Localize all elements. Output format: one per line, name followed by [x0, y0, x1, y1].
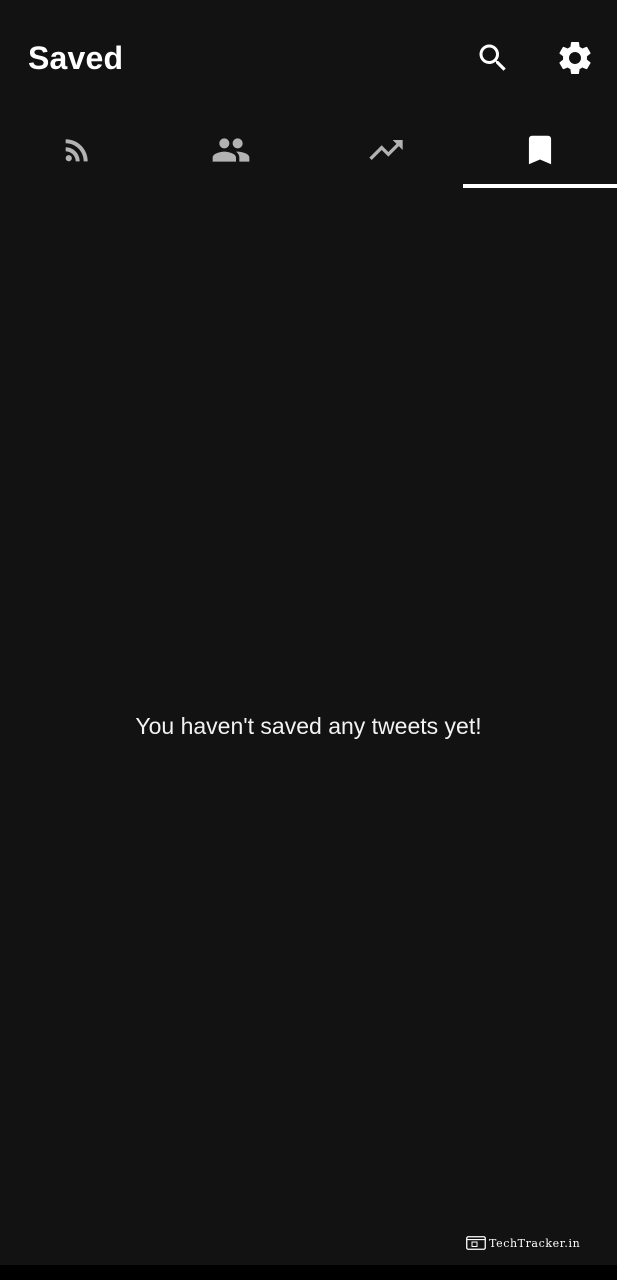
system-nav-bar — [0, 1265, 617, 1280]
settings-icon — [559, 41, 591, 74]
watermark-text: TechTracker.in — [489, 1236, 581, 1250]
bookmark-icon — [528, 135, 551, 165]
tab-bar — [0, 110, 617, 190]
tab-feed[interactable] — [0, 110, 154, 190]
tab-people[interactable] — [154, 110, 308, 190]
tab-indicator — [309, 184, 463, 188]
rss-feed-icon — [65, 139, 88, 162]
search-button[interactable] — [471, 36, 515, 80]
people-icon — [213, 138, 250, 162]
watermark: TechTracker.in — [466, 1236, 580, 1250]
tab-indicator — [154, 184, 308, 188]
search-icon — [479, 44, 506, 71]
tab-indicator — [0, 184, 154, 188]
tab-trending[interactable] — [309, 110, 463, 190]
browser-logo-icon — [466, 1236, 486, 1250]
trending-up-icon — [368, 140, 403, 160]
page-title: Saved — [28, 40, 124, 76]
empty-state-message: You haven't saved any tweets yet! — [135, 713, 482, 739]
tab-saved[interactable] — [462, 110, 617, 190]
settings-button[interactable] — [553, 36, 597, 80]
tab-active-indicator — [462, 184, 617, 188]
app-bar: Saved — [0, 0, 617, 110]
